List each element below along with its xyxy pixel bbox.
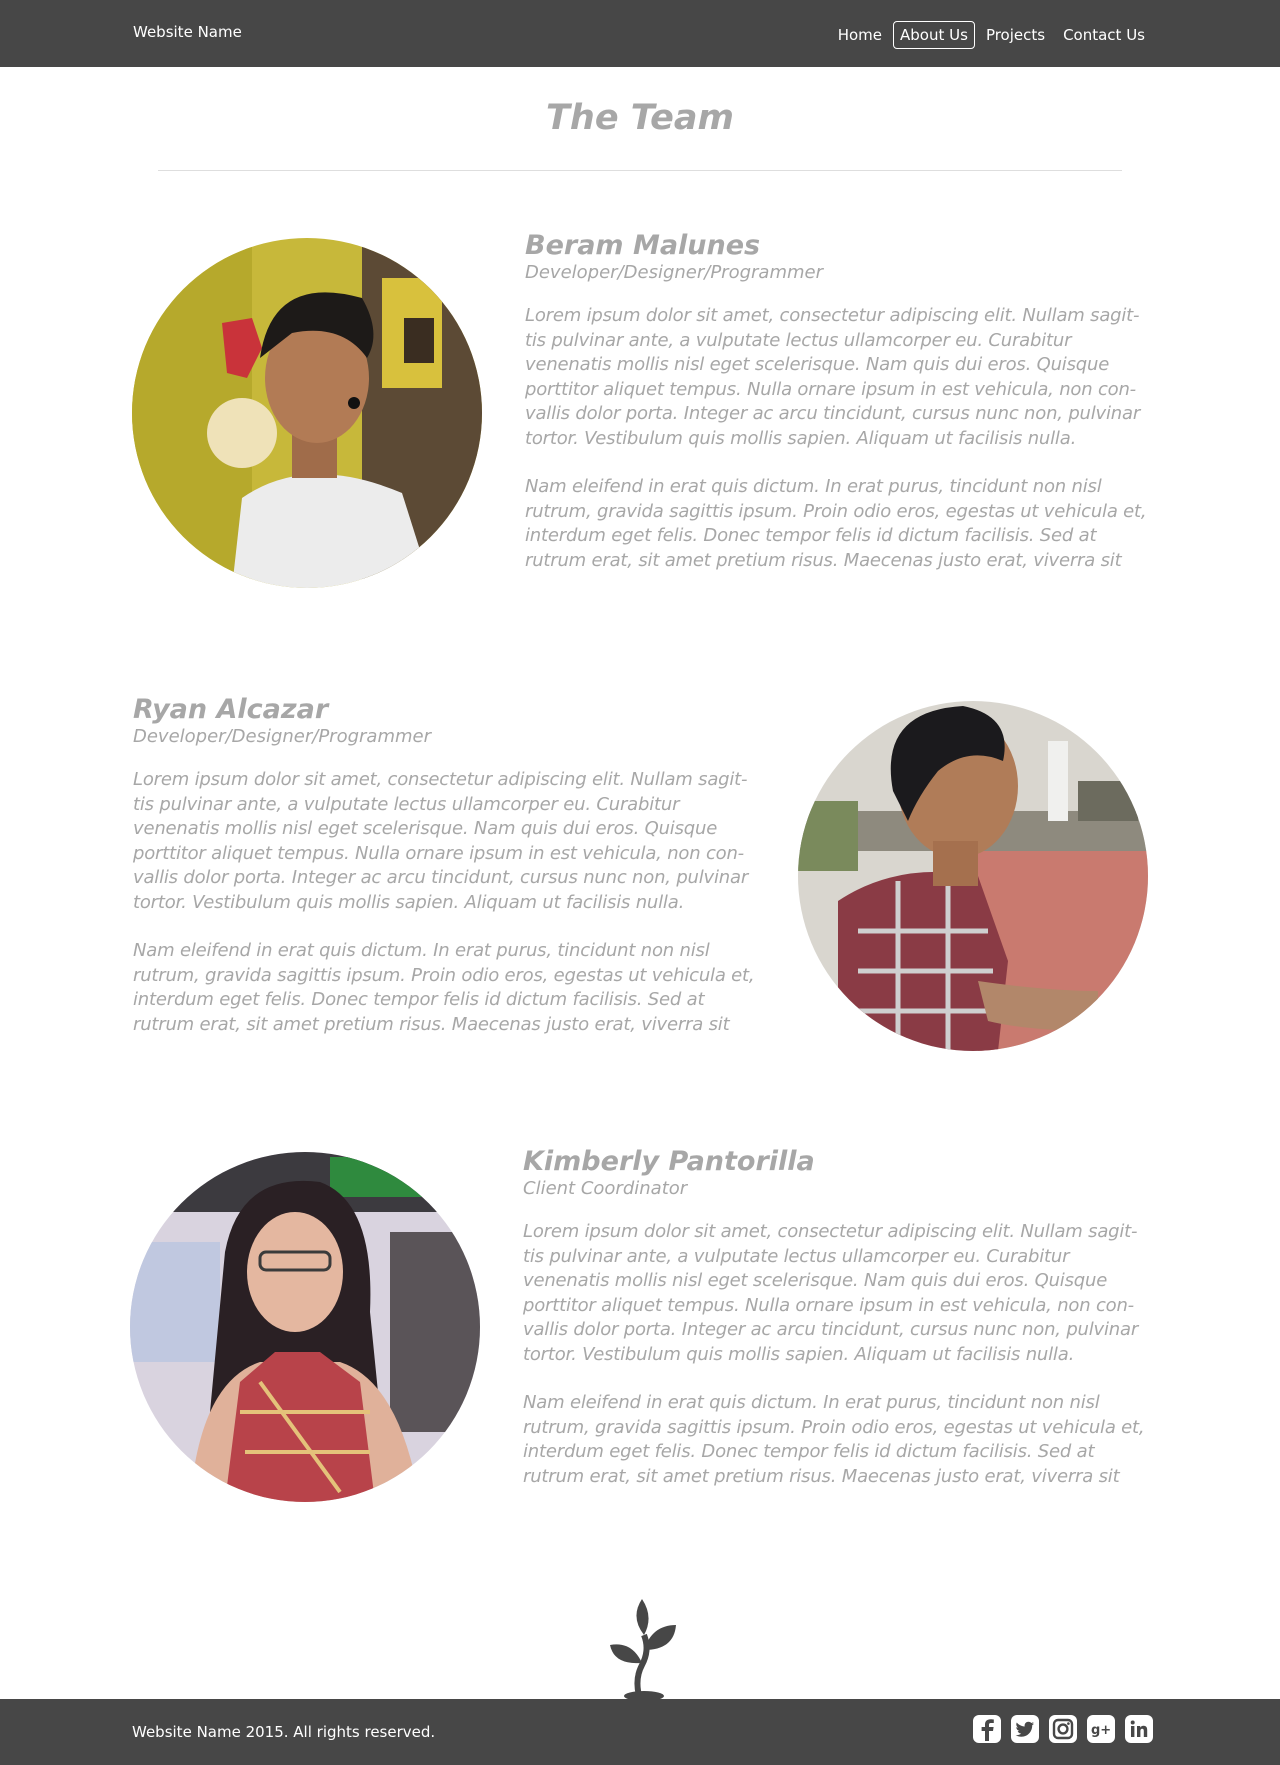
copyright-text: Website Name 2015. All rights reserved. xyxy=(132,1723,436,1741)
member-name: Ryan Alcazar xyxy=(133,694,329,725)
page-title: The Team xyxy=(546,98,734,138)
team-member-beram: Beram Malunes Developer/Designer/Program… xyxy=(0,225,1280,625)
member-bio: Lorem ipsum dolor sit amet, consectetur … xyxy=(133,769,749,913)
instagram-icon[interactable] xyxy=(1049,1715,1077,1743)
team-member-kimberly: Kimberly Pantorilla Client Coordinator L… xyxy=(0,1141,1280,1541)
member-name: Kimberly Pantorilla xyxy=(523,1146,815,1177)
svg-text:g+: g+ xyxy=(1091,1723,1111,1738)
twitter-icon[interactable] xyxy=(1011,1715,1039,1743)
title-divider xyxy=(158,170,1122,171)
social-links: g+ xyxy=(963,1715,1153,1743)
site-footer: Website Name 2015. All rights reserved. … xyxy=(0,1699,1280,1765)
member-bio: Nam eleifend in erat quis dictum. In era… xyxy=(525,476,1147,571)
nav-about-us[interactable]: About Us xyxy=(893,21,975,49)
member-role: Developer/Designer/Programmer xyxy=(525,262,823,283)
facebook-icon[interactable] xyxy=(973,1715,1001,1743)
top-navbar: Website Name Home About Us Projects Cont… xyxy=(0,0,1280,67)
member-bio: Lorem ipsum dolor sit amet, consectetur … xyxy=(525,305,1141,449)
member-photo-beram xyxy=(132,238,482,588)
member-info-kimberly: Kimberly Pantorilla Client Coordinator L… xyxy=(523,1146,1153,1489)
google-plus-icon[interactable]: g+ xyxy=(1087,1715,1115,1743)
member-info-ryan: Ryan Alcazar Developer/Designer/Programm… xyxy=(133,694,763,1037)
nav-contact-us[interactable]: Contact Us xyxy=(1056,21,1152,49)
linkedin-icon[interactable] xyxy=(1125,1715,1153,1743)
member-info-beram: Beram Malunes Developer/Designer/Program… xyxy=(525,230,1155,573)
nav-projects[interactable]: Projects xyxy=(979,21,1052,49)
team-member-ryan: Ryan Alcazar Developer/Designer/Programm… xyxy=(0,689,1280,1089)
member-bio: Nam eleifend in erat quis dictum. In era… xyxy=(523,1392,1145,1487)
member-photo-ryan xyxy=(798,701,1148,1051)
member-bio: Lorem ipsum dolor sit amet, consectetur … xyxy=(523,1221,1139,1365)
nav-home[interactable]: Home xyxy=(831,21,889,49)
member-bio: Nam eleifend in erat quis dictum. In era… xyxy=(133,940,755,1035)
plant-sprout-icon xyxy=(604,1595,684,1701)
main-nav: Home About Us Projects Contact Us xyxy=(827,21,1152,49)
member-role: Developer/Designer/Programmer xyxy=(133,726,431,747)
member-name: Beram Malunes xyxy=(525,230,761,261)
brand-link[interactable]: Website Name xyxy=(133,23,242,41)
member-role: Client Coordinator xyxy=(523,1178,688,1199)
member-photo-kimberly xyxy=(130,1152,480,1502)
